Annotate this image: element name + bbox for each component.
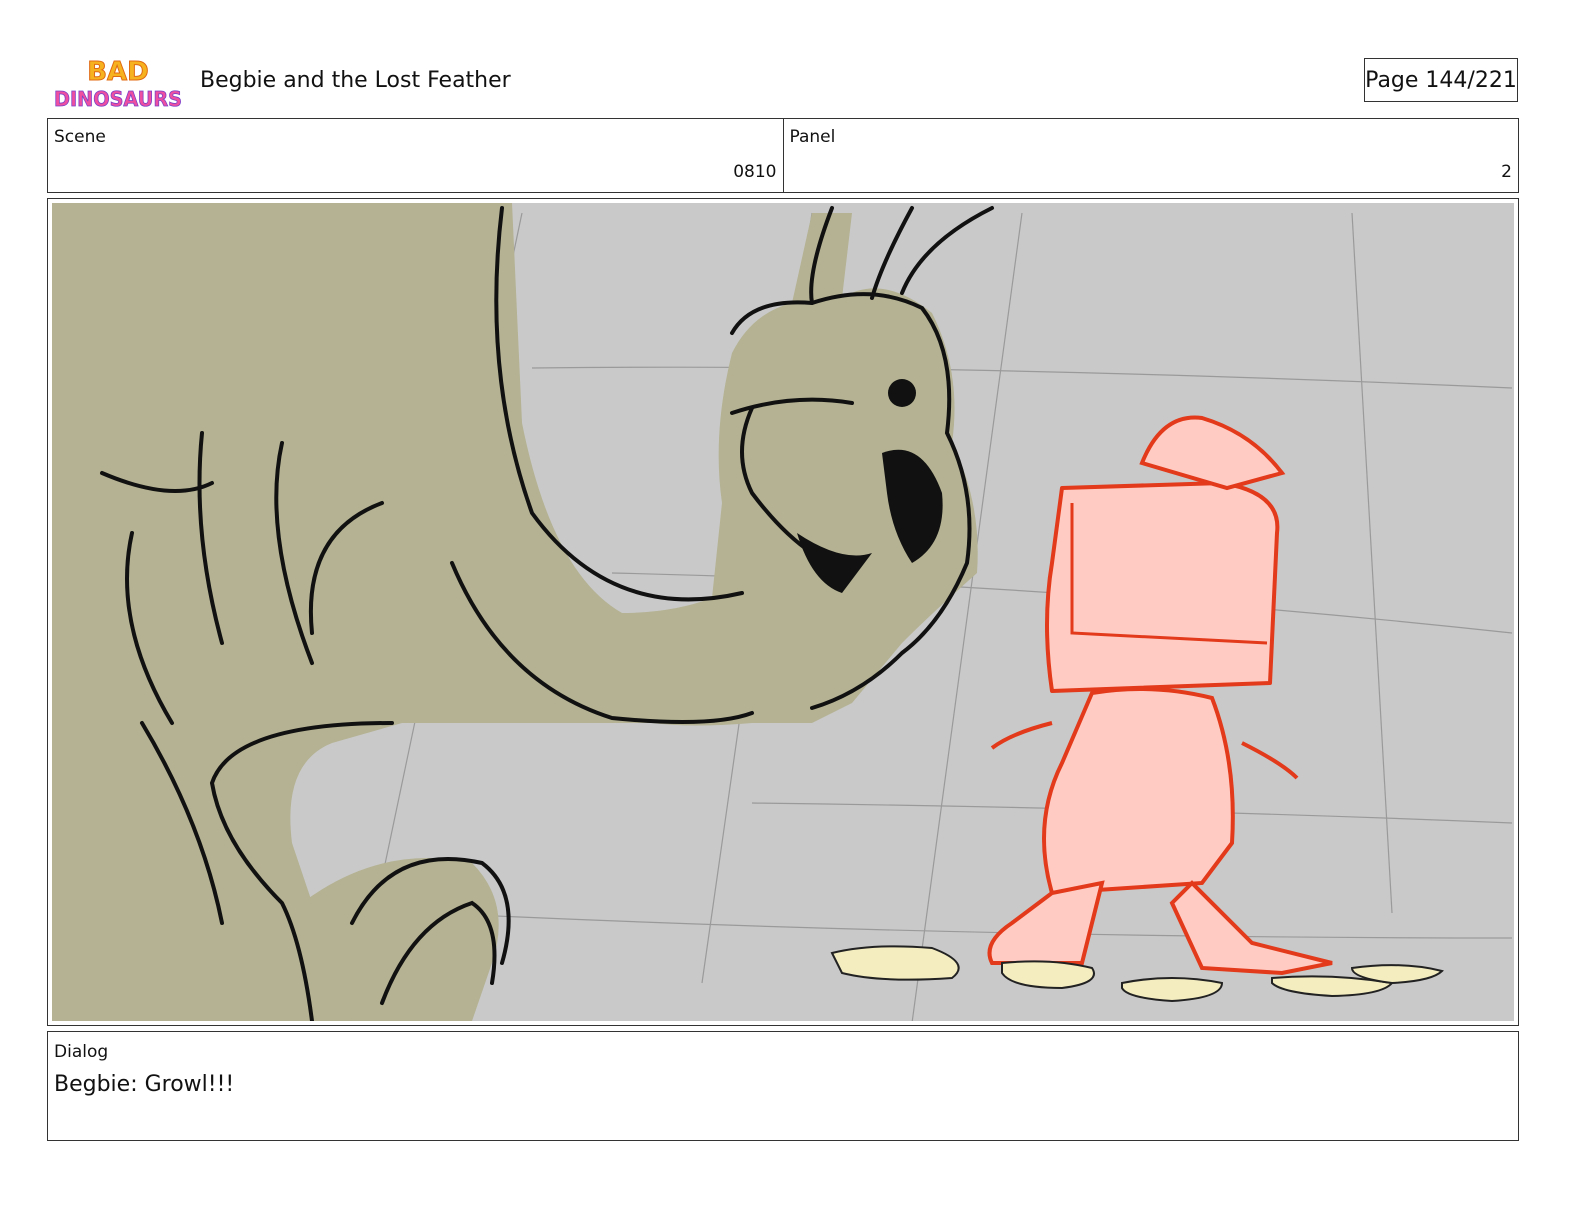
dialog-text: Begbie: Growl!!! (54, 1072, 235, 1097)
scene-number: 0810 (733, 162, 777, 182)
page-number: Page 144/221 (1364, 58, 1518, 102)
big-dinosaur-eye (888, 379, 916, 407)
bad-dinosaurs-logo: BAD DINOSAURS (54, 57, 183, 112)
storyboard-panel (47, 198, 1519, 1026)
scene-cell: Scene 0810 (48, 119, 783, 192)
storyboard-title: Begbie and the Lost Feather (200, 68, 511, 93)
dialog-label: Dialog (54, 1042, 109, 1062)
panel-label: Panel (789, 127, 836, 147)
scene-panel-info: Scene 0810 Panel 2 (47, 118, 1519, 193)
logo-text-bottom: DINOSAURS (54, 87, 182, 111)
logo-text-top: BAD (87, 57, 149, 87)
panel-drawing (52, 203, 1514, 1021)
scene-label: Scene (54, 127, 106, 147)
dialog-box: Dialog Begbie: Growl!!! (47, 1031, 1519, 1141)
panel-cell: Panel 2 (782, 119, 1519, 192)
panel-number: 2 (1501, 162, 1512, 182)
